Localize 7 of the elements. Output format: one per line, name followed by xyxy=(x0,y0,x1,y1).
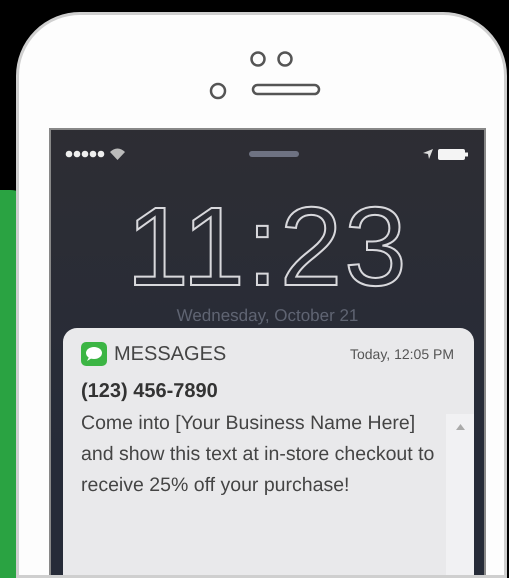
sender-number: (123) 456-7890 xyxy=(81,380,219,403)
message-text: Come into [Your Business Name Here] and show this text at in-store checkout to receive 25% off your purchase! xyxy=(81,411,436,498)
app-name: MESSAGES xyxy=(114,342,228,366)
notification-card[interactable]: MESSAGES Today, 12:05 PM (123) 456-7890 Come into [Your Business Name Here] and show this text at in-store checkout to receive 25% off your purchase! xyxy=(63,328,474,575)
lock-screen-clock: 11:23 xyxy=(126,192,410,302)
lock-screen-date: Wednesday, October 21 xyxy=(176,306,358,325)
notification-time: Today, 12:05 PM xyxy=(350,346,454,362)
